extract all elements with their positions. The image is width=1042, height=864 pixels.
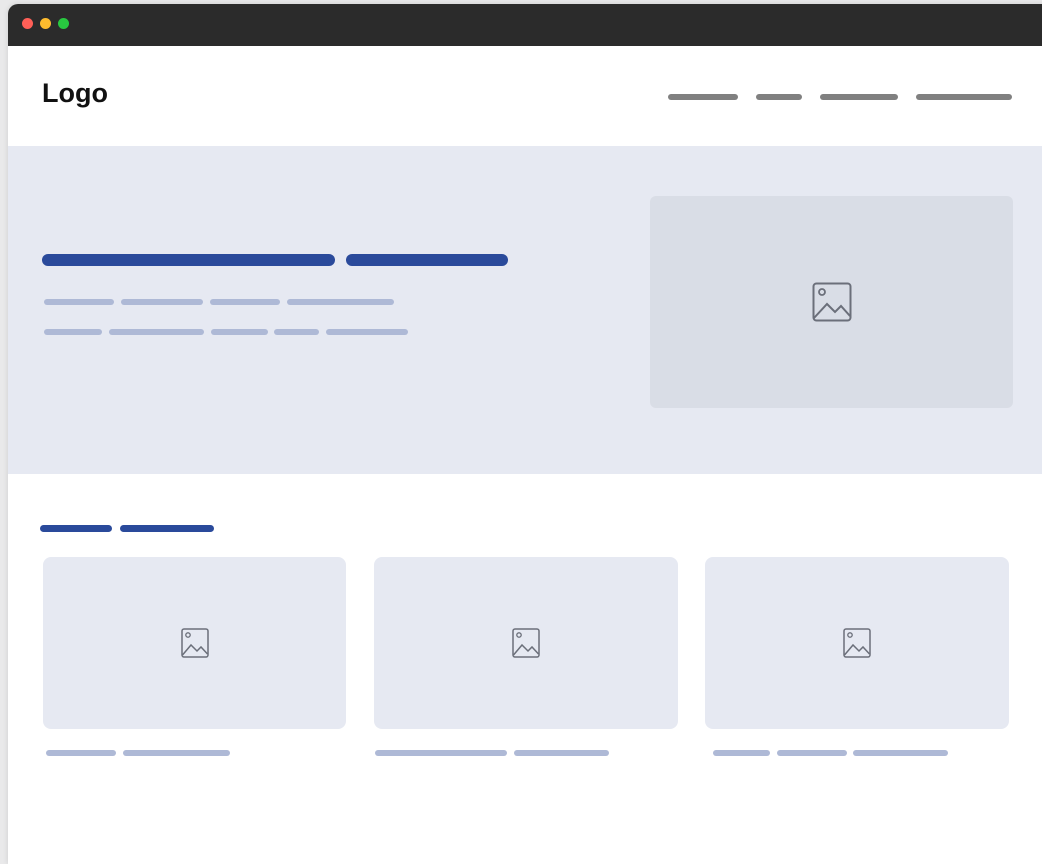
- section-heading-placeholder: [120, 525, 214, 532]
- hero-text-placeholder: [44, 299, 114, 305]
- card-caption-placeholder: [713, 750, 770, 756]
- card-image-placeholder[interactable]: [43, 557, 346, 729]
- image-placeholder-icon: [812, 282, 852, 322]
- nav-item-1[interactable]: [668, 94, 738, 100]
- image-placeholder-icon: [512, 628, 540, 658]
- image-placeholder-icon: [843, 628, 871, 658]
- hero-heading-placeholder: [42, 254, 335, 266]
- image-placeholder-icon: [180, 628, 209, 658]
- hero-text-placeholder: [287, 299, 394, 305]
- hero-text-placeholder: [109, 329, 204, 335]
- card-image-placeholder[interactable]: [374, 557, 678, 729]
- hero-text-placeholder: [121, 299, 203, 305]
- card-caption-placeholder: [514, 750, 609, 756]
- card-image-placeholder[interactable]: [705, 557, 1009, 729]
- section-heading-placeholder: [40, 525, 112, 532]
- card-caption-placeholder: [777, 750, 847, 756]
- hero-section: [8, 146, 1042, 474]
- nav-item-3[interactable]: [820, 94, 898, 100]
- card-caption-placeholder: [123, 750, 230, 756]
- hero-heading-placeholder: [346, 254, 508, 266]
- logo[interactable]: Logo: [42, 78, 108, 109]
- hero-text-placeholder: [274, 329, 319, 335]
- title-bar: [8, 4, 1042, 46]
- hero-text-placeholder: [211, 329, 268, 335]
- nav-item-2[interactable]: [756, 94, 802, 100]
- hero-text-placeholder: [44, 329, 102, 335]
- card-caption-placeholder: [375, 750, 507, 756]
- card-caption-placeholder: [853, 750, 948, 756]
- hero-text-placeholder: [326, 329, 408, 335]
- maximize-window-button[interactable]: [58, 18, 69, 29]
- nav-item-4[interactable]: [916, 94, 1012, 100]
- hero-image-placeholder: [650, 196, 1013, 408]
- close-window-button[interactable]: [22, 18, 33, 29]
- card-caption-placeholder: [46, 750, 116, 756]
- minimize-window-button[interactable]: [40, 18, 51, 29]
- browser-window: Logo: [8, 4, 1042, 864]
- hero-text-placeholder: [210, 299, 280, 305]
